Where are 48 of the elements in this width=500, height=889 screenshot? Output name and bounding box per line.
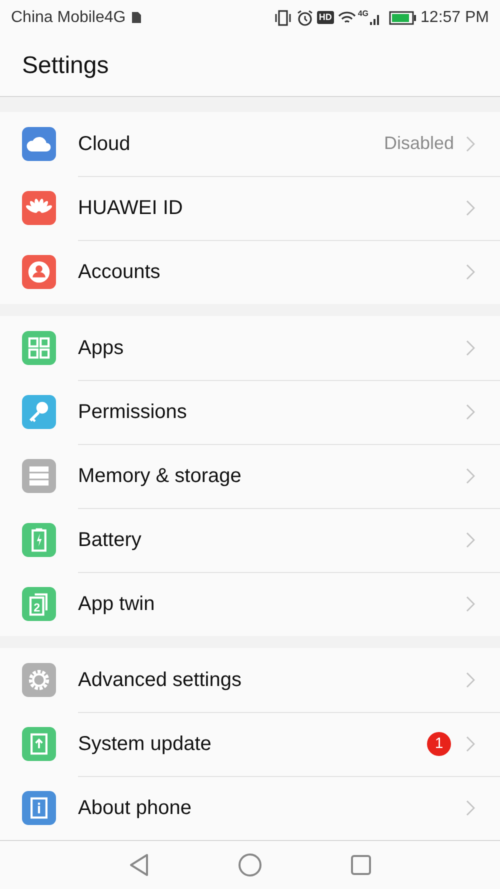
row-label: Battery	[78, 528, 142, 554]
carrier-name: China Mobile4G	[11, 8, 126, 28]
row-value: Disabled	[384, 132, 454, 156]
recents-button[interactable]	[350, 854, 372, 876]
network-type: 4G	[358, 8, 369, 20]
chevron-icon	[466, 200, 475, 216]
chevron-icon	[466, 264, 475, 280]
row-label: About phone	[78, 796, 192, 822]
row-label: Apps	[78, 336, 125, 361]
chevron-icon	[466, 736, 475, 752]
alarm-icon	[296, 10, 313, 26]
settings-row[interactable]: System update 1	[0, 712, 500, 776]
clock-time: 12:57 PM	[420, 8, 489, 28]
settings-row[interactable]: Memory & storage	[0, 444, 500, 508]
chevron-icon	[466, 596, 475, 612]
settings-row[interactable]: Apps	[0, 316, 500, 380]
vibrate-icon	[272, 10, 293, 26]
wifi-icon	[338, 10, 356, 25]
row-label: Cloud	[78, 132, 132, 157]
chevron-icon	[466, 404, 475, 420]
row-label: Advanced settings	[78, 668, 242, 693]
row-label: Permissions	[78, 400, 188, 426]
chevron-icon	[466, 672, 475, 688]
battery-icon	[388, 10, 417, 25]
sim-icon	[130, 11, 142, 24]
chevron-icon	[466, 340, 475, 356]
back-button[interactable]	[128, 852, 150, 877]
hd-badge: HD	[316, 11, 334, 24]
chevron-icon	[466, 532, 475, 548]
page-title: Settings	[22, 50, 109, 81]
chevron-icon	[466, 136, 475, 152]
row-label: Memory & storage	[78, 464, 242, 490]
row-label: HUAWEI ID	[78, 196, 184, 222]
row-label: System update	[78, 732, 212, 758]
settings-row[interactable]: Permissions	[0, 380, 500, 444]
settings-row[interactable]: HUAWEI ID	[0, 176, 500, 240]
notification-badge: 1	[427, 732, 451, 756]
row-label: Accounts	[78, 260, 162, 286]
row-label: App twin	[78, 592, 156, 618]
chevron-icon	[466, 468, 475, 484]
home-button[interactable]	[238, 852, 262, 877]
settings-row[interactable]: Battery	[0, 508, 500, 572]
twin-icon: 2	[22, 586, 56, 621]
settings-row[interactable]: Advanced settings	[0, 648, 500, 712]
settings-row[interactable]: Accounts	[0, 240, 500, 304]
settings-row[interactable]: 2 App twin	[0, 572, 500, 636]
chevron-icon	[466, 800, 475, 816]
settings-row[interactable]: Cloud Disabled	[0, 112, 500, 176]
